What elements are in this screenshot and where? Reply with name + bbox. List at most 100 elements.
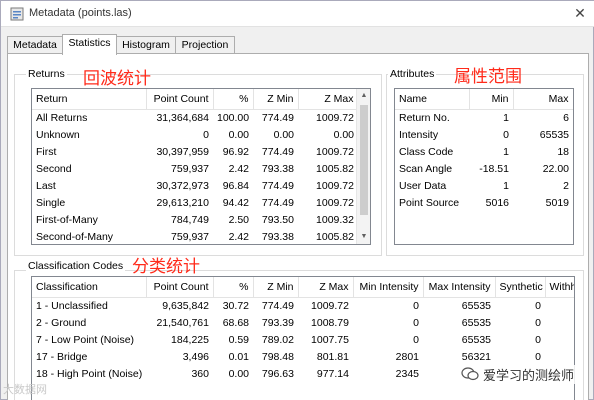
column-header[interactable]: Max Intensity: [423, 277, 496, 298]
table-row[interactable]: First 30,397,959 96.92 774.49 1009.72: [32, 143, 358, 160]
wechat-icon: [461, 367, 479, 381]
table-cell: 56321: [461, 350, 491, 363]
table-cell: 7 - Low Point (Noise): [36, 333, 135, 346]
table-cell: Point Source: [399, 196, 460, 209]
tab-projection[interactable]: Projection: [175, 36, 235, 54]
scroll-thumb[interactable]: [360, 105, 368, 215]
table-cell: 977.14: [316, 367, 349, 380]
attributes-header-row: Name Min Max: [395, 89, 573, 110]
attributes-table[interactable]: Name Min Max Return No. 1 6 Intensity 0 65535…: [394, 88, 574, 245]
table-cell: 0: [413, 299, 419, 312]
column-header[interactable]: Z Max: [298, 277, 354, 298]
table-cell: 0: [545, 348, 574, 365]
window-title: Metadata (points.las): [29, 7, 132, 19]
column-header[interactable]: Min Intensity: [353, 277, 424, 298]
column-header[interactable]: Z Max: [298, 89, 359, 110]
table-cell: 2.42: [228, 162, 249, 175]
column-header[interactable]: Z Min: [253, 277, 299, 298]
close-icon[interactable]: ✕: [571, 4, 589, 22]
table-cell: 0: [535, 316, 541, 329]
table-row[interactable]: Second-of-Many 759,937 2.42 793.38 1005.82: [32, 228, 358, 244]
table-cell: 759,937: [171, 230, 209, 243]
title-bar[interactable]: Metadata (points.las) ✕: [1, 1, 594, 27]
column-header[interactable]: Withheld: [545, 277, 574, 298]
watermark-left: 大数据网: [3, 384, 47, 396]
column-header[interactable]: Synthetic: [495, 277, 546, 298]
table-cell: 793.39: [261, 316, 294, 329]
table-cell: Return No.: [399, 111, 450, 124]
table-row[interactable]: Unknown 0 0.00 0.00 0.00: [32, 126, 358, 143]
table-cell: Second: [36, 162, 72, 175]
table-cell: 18 - High Point (Noise): [36, 367, 143, 380]
table-cell: 2: [563, 179, 569, 192]
column-header[interactable]: Max: [513, 89, 573, 110]
table-cell: 3,496: [182, 350, 209, 363]
table-cell: 793.50: [261, 213, 294, 226]
table-cell: 759,937: [171, 162, 209, 175]
column-header[interactable]: Min: [469, 89, 514, 110]
table-row[interactable]: Second 759,937 2.42 793.38 1005.82: [32, 160, 358, 177]
returns-table[interactable]: Return Point Count % Z Min Z Max All Ret…: [31, 88, 371, 245]
table-cell: 1009.72: [311, 299, 349, 312]
table-cell: 774.49: [261, 145, 294, 158]
table-cell: 789.02: [261, 333, 294, 346]
table-row[interactable]: 2 - Ground 21,540,761 68.68 793.39 1008.79 0 6…: [32, 314, 574, 331]
table-cell: Intensity: [399, 128, 439, 141]
table-cell: 0: [503, 128, 509, 141]
table-row[interactable]: Class Code 1 18: [395, 143, 573, 160]
table-row[interactable]: Point Source 5016 5019: [395, 194, 573, 211]
table-cell: 17 - Bridge: [36, 350, 88, 363]
table-row[interactable]: 17 - Bridge 3,496 0.01 798.48 801.81 2801 5632…: [32, 348, 574, 365]
table-row[interactable]: Scan Angle -18.51 22.00: [395, 160, 573, 177]
table-cell: 96.84: [222, 179, 249, 192]
returns-scrollbar[interactable]: ▲ ▼: [356, 89, 370, 244]
table-cell: 1009.32: [316, 213, 354, 226]
table-cell: 30.72: [222, 299, 249, 312]
table-cell: 0: [413, 316, 419, 329]
column-header[interactable]: %: [213, 89, 254, 110]
table-cell: 94.42: [222, 196, 249, 209]
column-header[interactable]: Point Count: [146, 89, 214, 110]
column-header[interactable]: Classification: [32, 277, 147, 298]
table-cell: 31,364,684: [156, 111, 209, 124]
returns-rows: All Returns 31,364,684 100.00 774.49 1009.72…: [32, 109, 358, 244]
table-row[interactable]: User Data 1 2: [395, 177, 573, 194]
table-cell: 0: [535, 333, 541, 346]
table-cell: 1: [503, 111, 509, 124]
table-cell: All Returns: [36, 111, 88, 124]
table-row[interactable]: Single 29,613,210 94.42 774.49 1009.72: [32, 194, 358, 211]
table-row[interactable]: 7 - Low Point (Noise) 184,225 0.59 789.02 10…: [32, 331, 574, 348]
table-row[interactable]: First-of-Many 784,749 2.50 793.50 1009.32: [32, 211, 358, 228]
tab-statistics[interactable]: Statistics: [62, 34, 117, 55]
tab-histogram[interactable]: Histogram: [116, 36, 176, 54]
table-row[interactable]: Intensity 0 65535: [395, 126, 573, 143]
scroll-down-icon[interactable]: ▼: [357, 230, 370, 244]
column-header[interactable]: Z Min: [253, 89, 299, 110]
table-row[interactable]: Return No. 1 6: [395, 109, 573, 126]
attributes-rows: Return No. 1 6 Intensity 0 65535 Class Code 1 18…: [395, 109, 573, 211]
table-cell: First-of-Many: [36, 213, 98, 226]
table-row[interactable]: All Returns 31,364,684 100.00 774.49 1009.72: [32, 109, 358, 126]
table-row[interactable]: Last 30,372,973 96.84 774.49 1009.72: [32, 177, 358, 194]
column-header[interactable]: %: [213, 277, 254, 298]
table-cell: 5016: [485, 196, 509, 209]
table-cell: User Data: [399, 179, 447, 192]
table-cell: 793.38: [261, 162, 294, 175]
table-cell: Last: [36, 179, 56, 192]
table-cell: 18: [557, 145, 569, 158]
column-header[interactable]: Name: [395, 89, 470, 110]
column-header[interactable]: Point Count: [146, 277, 214, 298]
app-icon: [10, 7, 24, 21]
scroll-up-icon[interactable]: ▲: [357, 89, 370, 103]
table-cell: 0: [535, 299, 541, 312]
table-cell: 29,613,210: [156, 196, 209, 209]
table-cell: 184,225: [171, 333, 209, 346]
column-header[interactable]: Return: [32, 89, 147, 110]
table-cell: 784,749: [171, 213, 209, 226]
table-cell: 1009.72: [316, 111, 354, 124]
table-cell: 0.00: [228, 367, 249, 380]
tab-label: Metadata: [13, 39, 57, 51]
tab-metadata[interactable]: Metadata: [7, 36, 63, 54]
table-row[interactable]: 1 - Unclassified 9,635,842 30.72 774.49 1009…: [32, 297, 574, 314]
table-cell: 21,540,761: [156, 316, 209, 329]
